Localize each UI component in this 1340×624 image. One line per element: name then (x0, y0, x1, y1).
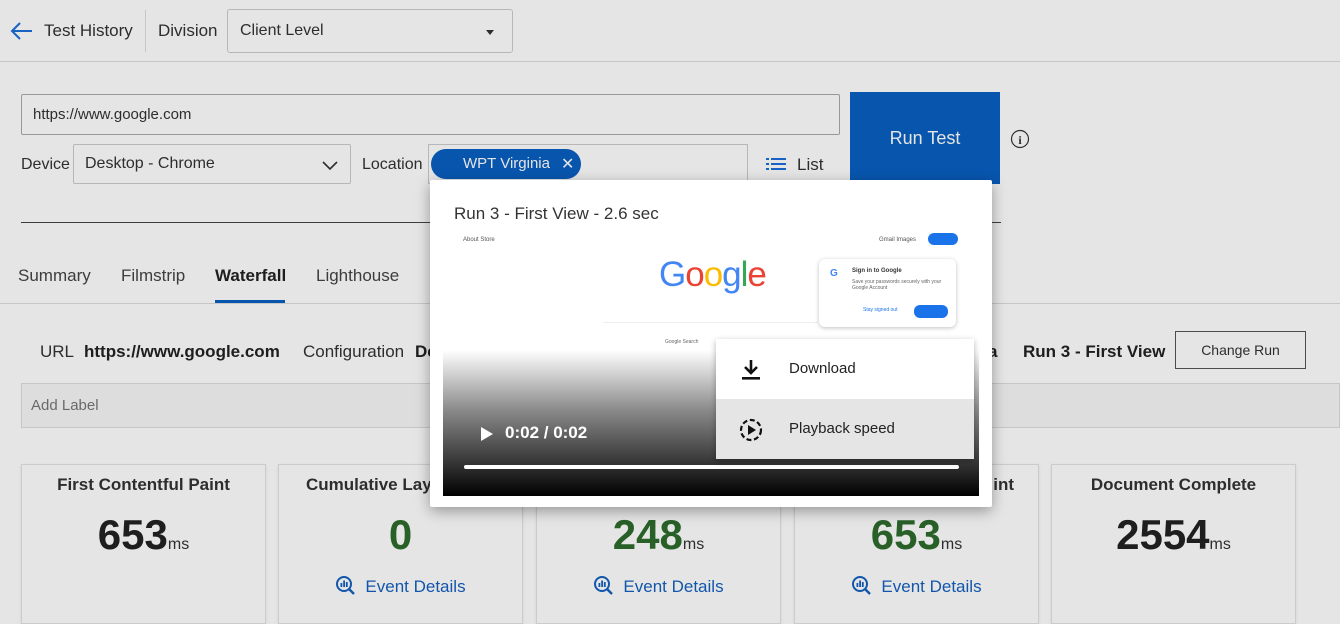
video-time: 0:02 / 0:02 (505, 423, 588, 442)
frame-card-title: Sign in to Google (852, 268, 902, 274)
video-progress-bar[interactable] (464, 465, 959, 469)
playback-speed-icon (739, 418, 763, 442)
frame-card-link: Stay signed out (863, 307, 898, 313)
frame-signin-button (928, 233, 958, 245)
frame-top-left-links: About Store (463, 237, 495, 243)
menu-item-download[interactable]: Download (716, 339, 974, 399)
menu-item-label: Playback speed (789, 420, 895, 437)
frame-signin-card: G Sign in to Google Save your passwords … (819, 259, 956, 327)
video-modal-title: Run 3 - First View - 2.6 sec (454, 204, 659, 223)
google-g-icon: G (830, 268, 838, 279)
frame-card-desc: Save your passwords securely with your G… (852, 279, 942, 291)
play-icon[interactable] (481, 427, 493, 441)
menu-item-label: Download (789, 360, 856, 377)
download-icon (742, 360, 760, 380)
frame-search-box (603, 309, 818, 323)
frame-card-button (914, 305, 948, 318)
google-logo: Google (659, 255, 767, 294)
frame-search-button: Google Search (665, 339, 699, 345)
frame-top-right-links: Gmail Images (879, 237, 917, 243)
menu-item-playback-speed[interactable]: Playback speed (716, 399, 974, 459)
video-options-menu: Download Playback speed (716, 339, 974, 459)
